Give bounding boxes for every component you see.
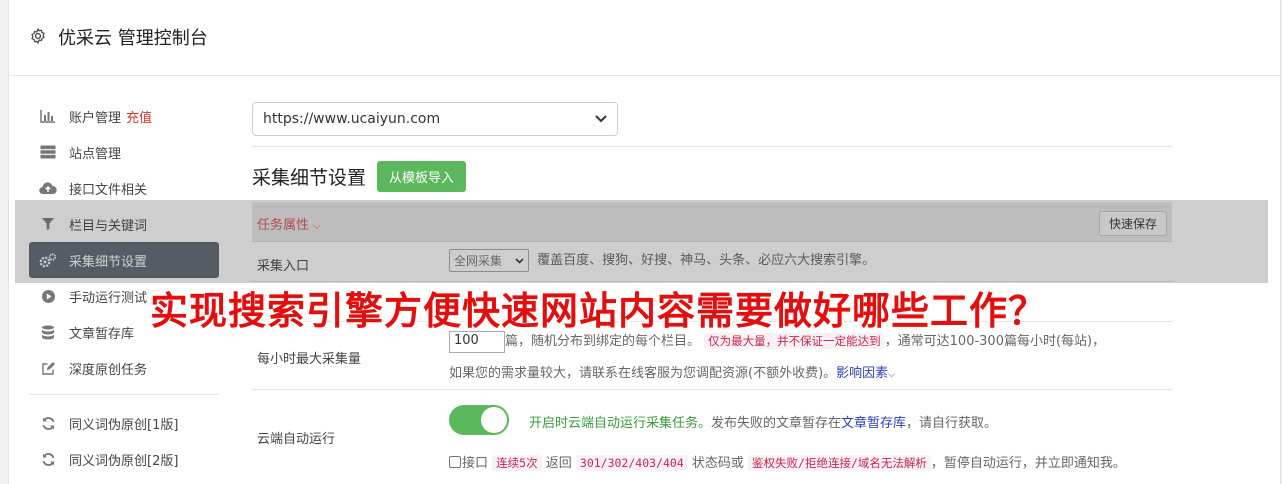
sidebar-item-synonym-v2[interactable]: 同义词伪原创[2版] [29,441,219,477]
sidebar-item-label: 接口文件相关 [69,182,148,198]
max-per-hour-note: 仅为最大量，并不保证一定能达到 [704,333,885,349]
cloud-upload-icon [39,180,57,196]
console-header: 优采云 管理控制台 [9,0,1280,76]
pause-suffix: ，暂停自动运行，并立即通知我。 [930,456,1126,471]
pause-mid-1: 返回 [545,456,572,471]
cloud-run-desc: 开启时云端自动运行采集任务。发布失败的文章暂存在文章暂存库，请自行获取。 [529,412,997,431]
overlay-band [15,200,1268,283]
max-per-hour-label: 每小时最大采集量 [257,352,362,367]
overlay-headline: 实现搜索引擎方便快速网站内容需要做好哪些工作？ [150,289,1048,333]
refresh-icon [39,415,57,431]
gear-icon [31,28,45,44]
sidebar-item-label: 同义词伪原创[2版] [69,453,179,469]
chevron-double-down-icon: ⌵ [888,370,895,380]
article-store-link[interactable]: 文章暂存库 [841,416,906,431]
pause-code-1: 连续5次 [492,455,542,471]
sidebar-item-account[interactable]: 账户管理 充值 [29,98,219,134]
toggle-knob [481,407,507,433]
pause-checkbox[interactable] [449,456,461,468]
chevron-down-icon [595,115,607,123]
sidebar-item-label: 手动运行测试 [69,290,148,306]
sidebar-item-sites[interactable]: 站点管理 [29,134,219,170]
sidebar-divider [29,394,219,395]
site-select-value: https://www.ucaiyun.com [263,111,441,127]
sidebar-item-label: 深度原创任务 [69,362,148,378]
cloud-run-label: 云端自动运行 [257,432,336,447]
sidebar-item-label: 文章暂存库 [69,326,135,342]
server-icon [39,144,57,160]
recharge-link[interactable]: 充值 [126,107,152,126]
sidebar-item-label: 同义词伪原创[1版] [69,417,179,433]
refresh-icon [39,451,57,467]
row-cloud-run: 云端自动运行 开启时云端自动运行采集任务。发布失败的文章暂存在文章暂存库，请自行… [252,390,1172,480]
sidebar-item-synonym-v1[interactable]: 同义词伪原创[1版] [29,405,219,441]
edit-icon [39,360,57,376]
max-per-hour-unit: 篇，随机分布到绑定的每个栏目。 [505,334,701,349]
page-title: 优采云 管理控制台 [58,28,208,49]
factors-link[interactable]: 影响因素 [836,366,888,381]
pause-rule: 接口 连续5次 返回 301/302/403/404 状态码或 鉴权失败/拒绝连… [449,452,1126,471]
cloud-run-fail-after: ，请自行获取。 [906,416,998,431]
bar-chart-icon [39,108,57,124]
cloud-run-enabled-text: 开启时云端自动运行采集任务。 [529,416,712,431]
site-select[interactable]: https://www.ucaiyun.com [252,102,618,136]
database-icon [39,324,57,340]
import-template-button[interactable]: 从模板导入 [377,161,467,192]
pause-code-3: 鉴权失败/拒绝连接/域名无法解析 [748,455,931,471]
cloud-run-toggle[interactable] [449,405,509,435]
divider [252,146,1172,147]
sidebar-item-label: 账户管理 [69,110,122,126]
sidebar-item-deep-original[interactable]: 深度原创任务 [29,350,219,386]
cloud-run-fail-text: 发布失败的文章暂存在 [711,416,842,431]
pause-prefix: 接口 [462,456,489,471]
pause-mid-2: 状态码或 [691,456,744,471]
max-per-hour-contact: 如果您的需求量较大，请联系在线客服为您调配资源(不额外收费)。 [449,366,837,381]
pause-code-2: 301/302/403/404 [575,455,688,471]
max-per-hour-typical: ，通常可达100-300篇每小时(每站)， [884,334,1106,349]
max-per-hour-line2: 如果您的需求量较大，请联系在线客服为您调配资源(不额外收费)。影响因素⌵ [449,362,895,381]
section-title: 采集细节设置 [252,167,367,189]
sidebar-item-label: 站点管理 [69,146,122,162]
play-circle-icon [39,288,57,304]
